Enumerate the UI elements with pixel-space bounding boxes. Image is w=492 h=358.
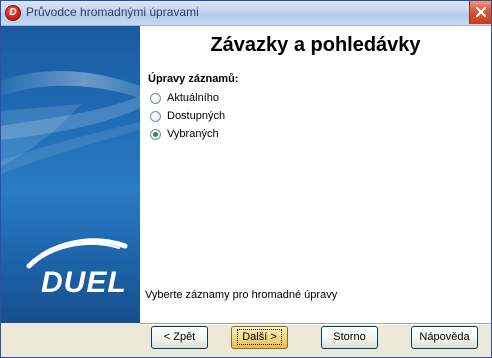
close-icon [475, 6, 487, 18]
radio-circle-checked[interactable] [150, 128, 161, 140]
radio-label: Aktuálního [167, 92, 219, 104]
back-button-label: < Zpět [163, 331, 196, 343]
radio-circle[interactable] [150, 92, 161, 104]
radio-circle[interactable] [150, 110, 161, 122]
radio-current-record[interactable]: Aktuálního [150, 90, 219, 106]
cancel-button[interactable]: Storno [321, 326, 378, 349]
records-group-label: Úpravy záznamů: [148, 73, 239, 85]
next-button[interactable]: Další > [231, 326, 288, 349]
wizard-window: D Průvodce hromadnými úpravami DUEL Záva… [0, 0, 492, 358]
help-button[interactable]: Nápověda [411, 326, 478, 349]
help-button-label: Nápověda [419, 331, 470, 343]
radio-label: Dostupných [167, 110, 226, 122]
radio-selected-records[interactable]: Vybraných [150, 126, 219, 142]
duel-app-icon: D [5, 5, 21, 21]
footer-divider [140, 323, 491, 325]
radio-available-records[interactable]: Dostupných [150, 108, 225, 124]
duel-logo-text: DUEL [41, 266, 127, 299]
page-title: Závazky a pohledávky [210, 34, 421, 56]
wizard-content: Závazky a pohledávky Úpravy záznamů: Akt… [140, 26, 491, 323]
title-bar[interactable]: D Průvodce hromadnými úpravami [1, 1, 491, 26]
cancel-button-label: Storno [333, 331, 366, 343]
back-button[interactable]: < Zpět [151, 326, 208, 349]
next-button-label: Další > [237, 329, 282, 345]
window-title: Průvodce hromadnými úpravami [26, 5, 199, 19]
wizard-side-banner: DUEL [1, 26, 140, 323]
radio-label: Vybraných [167, 128, 219, 140]
hint-text: Vyberte záznamy pro hromadné úpravy [145, 289, 338, 301]
close-button[interactable] [469, 1, 491, 24]
